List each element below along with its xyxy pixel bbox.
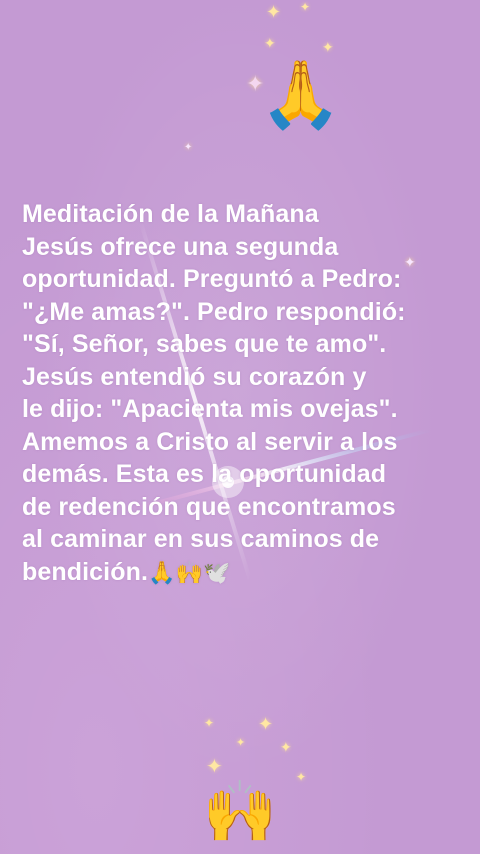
sparkle-icon: ✦ <box>300 0 311 14</box>
sparkle-icon: ✦ <box>184 142 193 153</box>
message-line: de redención que encontramos <box>22 492 396 521</box>
message-line: le dijo: "Apacienta mis ovejas". <box>22 395 398 423</box>
sparkle-icon: ✦ <box>296 770 307 784</box>
sparkle-icon: ✦ <box>204 716 215 730</box>
message-line: "Sí, Señor, sabes que te amo". <box>22 330 387 358</box>
message-closing-word: bendición. <box>22 557 148 586</box>
meditation-message: Meditación de la Mañana Jesús ofrece una… <box>22 198 462 590</box>
message-line: oportunidad. Preguntó a Pedro: <box>22 265 402 293</box>
message-line-last: bendición.🙏🙌🕊️ <box>22 556 462 591</box>
message-line: Jesús entendió su corazón y <box>22 362 367 391</box>
sparkle-icon: ✦ <box>266 2 282 23</box>
message-line: Amemos a Cristo al servir a los <box>22 427 398 456</box>
message-line: Jesús ofrece una segunda <box>22 232 339 261</box>
message-line: "¿Me amas?". Pedro respondió: <box>22 297 406 326</box>
message-title: Meditación de la Mañana <box>22 200 319 228</box>
sparkle-icon: ✦ <box>280 740 292 756</box>
closing-emojis-icon: 🙏🙌🕊️ <box>148 560 231 586</box>
raised-hands-icon: 🙌 <box>202 777 278 847</box>
message-line: al caminar en sus caminos de <box>22 525 380 553</box>
sparkle-icon: ✦ <box>258 714 274 735</box>
message-line: demás. Esta es la oportunidad <box>22 460 387 488</box>
praying-hands-icon: 🙏 <box>259 56 343 133</box>
sparkle-icon: ✦ <box>236 736 246 749</box>
